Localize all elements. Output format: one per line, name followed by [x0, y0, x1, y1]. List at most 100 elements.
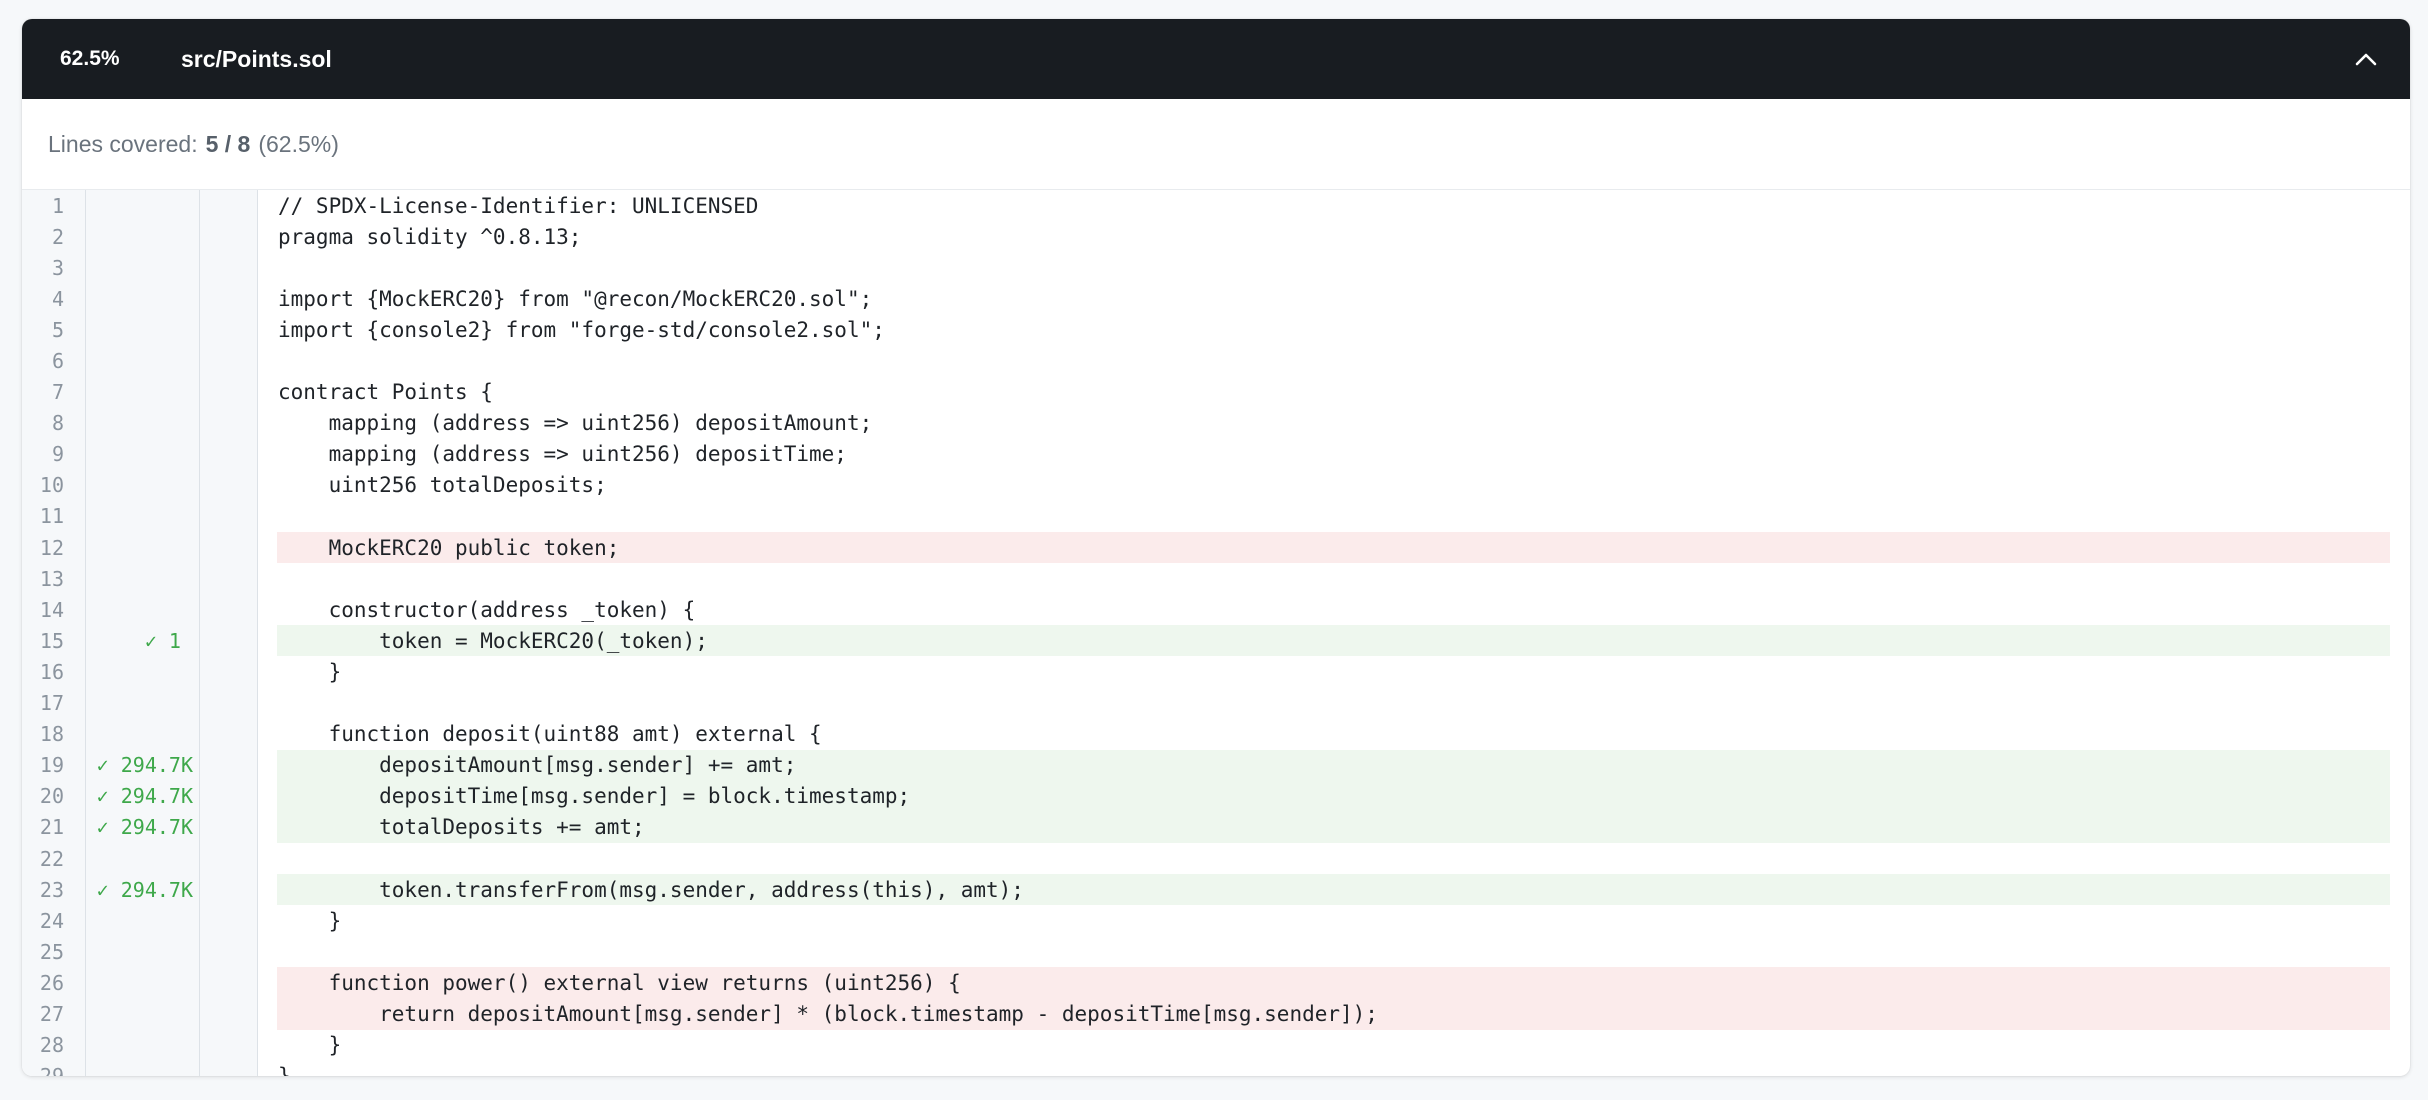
code-text: function power() external view returns (… — [277, 967, 2390, 999]
line-number: 26 — [39, 970, 64, 995]
line-number: 1 — [51, 193, 64, 218]
summary-percent: (62.5%) — [258, 130, 339, 157]
line-number: 14 — [39, 597, 64, 622]
code-line: 8 mapping (address => uint256) depositAm… — [22, 408, 2410, 439]
line-number: 9 — [51, 442, 64, 467]
code-text: token.transferFrom(msg.sender, address(t… — [277, 874, 2390, 906]
line-number: 5 — [51, 317, 64, 342]
code-line: 24 } — [22, 905, 2410, 936]
code-text: uint256 totalDeposits; — [278, 473, 607, 498]
code-text: MockERC20 public token; — [277, 532, 2390, 564]
hit-count: ✓ 294.7K — [96, 784, 193, 809]
code-line: 21 ✓ 294.7K totalDeposits += amt; — [22, 811, 2410, 843]
code-text: } — [278, 908, 342, 933]
code-line: 25 — [22, 936, 2410, 967]
line-number: 28 — [39, 1033, 64, 1058]
code-line: 5 import {console2} from "forge-std/conso… — [22, 314, 2410, 345]
code-text: } — [278, 1033, 342, 1058]
line-number: 17 — [39, 691, 64, 716]
hit-count: ✓ 1 — [144, 628, 193, 653]
code-line: 22 — [22, 843, 2410, 874]
code-line: 20 ✓ 294.7K depositTime[msg.sender] = blo… — [22, 780, 2410, 812]
line-number: 4 — [51, 286, 64, 311]
hit-count: ✓ 294.7K — [96, 815, 193, 840]
file-header[interactable]: 62.5% src/Points.sol — [22, 19, 2410, 99]
code-line: 10 uint256 totalDeposits; — [22, 470, 2410, 501]
code-text: import {console2} from "forge-std/consol… — [278, 317, 885, 342]
code-line: 17 — [22, 688, 2410, 719]
code-line: 18 function deposit(uint88 amt) external… — [22, 719, 2410, 750]
summary-label: Lines covered: — [48, 130, 198, 157]
summary-fraction: 5 / 8 — [205, 130, 251, 157]
line-number: 18 — [39, 722, 64, 747]
code-line: 27 return depositAmount[msg.sender] * (b… — [22, 998, 2410, 1030]
code-line: 23 ✓ 294.7K token.transferFrom(msg.sender… — [22, 874, 2410, 906]
code-line: 26 function power() external view return… — [22, 967, 2410, 999]
code-line: 16 } — [22, 656, 2410, 687]
chevron-up-icon[interactable] — [2350, 43, 2382, 75]
code-text: return depositAmount[msg.sender] * (bloc… — [277, 998, 2390, 1030]
code-text: mapping (address => uint256) depositAmou… — [278, 411, 873, 436]
line-number: 10 — [39, 473, 64, 498]
code-line: 9 mapping (address => uint256) depositTi… — [22, 439, 2410, 470]
line-number: 13 — [39, 566, 64, 591]
code-lines: 1 // SPDX-License-Identifier: UNLICENSED 2… — [22, 190, 2410, 1076]
code-line: 3 — [22, 252, 2410, 283]
line-number: 20 — [39, 784, 64, 809]
code-text: pragma solidity ^0.8.13; — [278, 224, 582, 249]
code-line: 19 ✓ 294.7K depositAmount[msg.sender] += … — [22, 749, 2410, 781]
code-line: 29} — [22, 1061, 2410, 1076]
hit-count: ✓ 294.7K — [96, 753, 193, 778]
code-text: constructor(address _token) { — [278, 597, 696, 622]
coverage-summary: Lines covered: 5 / 8 (62.5%) — [22, 99, 2410, 190]
code-line: 4 import {MockERC20} from "@recon/MockERC… — [22, 283, 2410, 314]
coverage-file-panel: 62.5% src/Points.sol Lines covered: 5 / … — [22, 19, 2410, 1076]
code-text: function deposit(uint88 amt) external { — [278, 722, 822, 747]
code-line: 6 — [22, 345, 2410, 376]
code-line: 15 ✓ 1 token = MockERC20(_token); — [22, 625, 2410, 657]
line-number: 22 — [39, 846, 64, 871]
line-number: 23 — [39, 877, 64, 902]
code-text: } — [278, 659, 342, 684]
code-text: totalDeposits += amt; — [277, 811, 2390, 843]
code-line: 28 } — [22, 1030, 2410, 1061]
code-text: depositAmount[msg.sender] += amt; — [277, 749, 2390, 781]
file-path: src/Points.sol — [181, 45, 332, 72]
code-text: depositTime[msg.sender] = block.timestam… — [277, 780, 2390, 812]
code-line: 7 contract Points { — [22, 377, 2410, 408]
line-number: 19 — [39, 753, 64, 778]
code-text: } — [277, 1061, 2390, 1076]
code-line: 1 // SPDX-License-Identifier: UNLICENSED — [22, 190, 2410, 221]
code-line: 13 — [22, 563, 2410, 594]
line-number: 6 — [51, 349, 64, 374]
code-text: import {MockERC20} from "@recon/MockERC2… — [278, 286, 873, 311]
code-viewer: 1 // SPDX-License-Identifier: UNLICENSED 2… — [22, 190, 2410, 1076]
line-number: 21 — [39, 815, 64, 840]
line-number: 3 — [51, 255, 64, 280]
code-line: 14 constructor(address _token) { — [22, 594, 2410, 625]
code-text: contract Points { — [278, 380, 493, 405]
code-text: mapping (address => uint256) depositTime… — [278, 442, 847, 467]
code-text: token = MockERC20(_token); — [277, 625, 2390, 657]
code-line: 11 — [22, 501, 2410, 532]
coverage-percent: 62.5% — [60, 47, 120, 70]
line-number: 8 — [51, 411, 64, 436]
line-number: 16 — [39, 659, 64, 684]
code-line: 12 MockERC20 public token; — [22, 532, 2410, 564]
line-number: 29 — [22, 1064, 85, 1076]
code-text: // SPDX-License-Identifier: UNLICENSED — [278, 193, 759, 218]
line-number: 24 — [39, 908, 64, 933]
line-number: 15 — [39, 628, 64, 653]
line-number: 27 — [39, 1001, 64, 1026]
line-number: 2 — [51, 224, 64, 249]
hit-count: ✓ 294.7K — [96, 877, 193, 902]
code-line: 2 pragma solidity ^0.8.13; — [22, 221, 2410, 252]
line-number: 12 — [39, 535, 64, 560]
line-number: 7 — [51, 380, 64, 405]
